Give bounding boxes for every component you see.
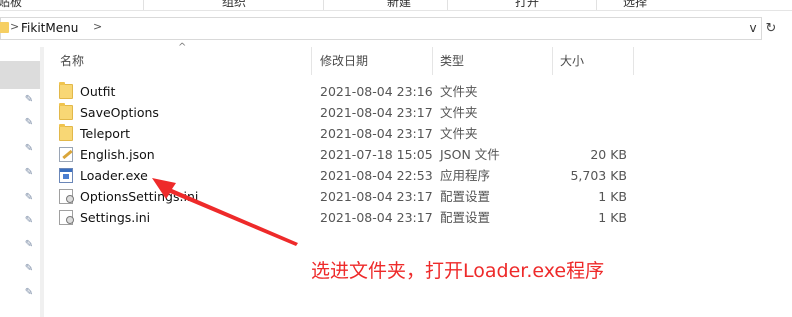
column-header-name[interactable]: 名称	[60, 47, 310, 75]
ribbon-divider	[447, 0, 448, 10]
column-header-type[interactable]: 类型	[440, 47, 550, 75]
ini-file-icon	[59, 210, 74, 225]
breadcrumb-separator[interactable]: >	[10, 20, 19, 33]
column-header-size[interactable]: 大小	[560, 47, 630, 75]
ribbon-group-organize: 组织	[222, 0, 247, 9]
refresh-icon[interactable]: ↻	[764, 20, 778, 38]
file-type: JSON 文件	[440, 147, 500, 162]
file-type: 配置设置	[440, 210, 491, 225]
file-row-teleport[interactable]: Teleport 2021-08-04 23:17 文件夹	[55, 123, 635, 144]
chevron-down-icon[interactable]: v	[745, 20, 761, 37]
file-name: Teleport	[80, 126, 130, 141]
exe-file-icon	[59, 168, 73, 183]
pin-icon: ✎	[24, 287, 34, 298]
file-type: 配置设置	[440, 189, 491, 204]
file-row-saveoptions[interactable]: SaveOptions 2021-08-04 23:17 文件夹	[55, 102, 635, 123]
file-type: 文件夹	[440, 84, 478, 99]
file-name: English.json	[80, 147, 155, 162]
folder-icon	[59, 124, 73, 141]
folder-icon	[0, 22, 9, 33]
pin-icon: ✎	[24, 167, 34, 178]
file-date: 2021-08-04 23:17	[320, 126, 433, 141]
file-size	[555, 102, 627, 123]
file-date: 2021-08-04 22:53	[320, 168, 433, 183]
pin-icon: ✎	[24, 239, 34, 250]
pin-icon: ✎	[24, 117, 34, 128]
ribbon-group-select: 选择	[623, 0, 648, 9]
file-row-english-json[interactable]: English.json 2021-07-18 15:05 JSON 文件 20…	[55, 144, 635, 165]
file-date: 2021-08-04 23:17	[320, 210, 433, 225]
file-name: Outfit	[80, 84, 116, 99]
ribbon-group-clipboard: 剪贴板	[0, 0, 23, 9]
pin-icon: ✎	[24, 192, 34, 203]
ribbon-group-labels: 剪贴板 组织 新建 打开 选择	[0, 0, 792, 10]
ini-file-icon	[59, 189, 74, 204]
pin-icon: ✎	[24, 143, 34, 154]
file-type: 文件夹	[440, 126, 478, 141]
file-row-settings-ini[interactable]: Settings.ini 2021-08-04 23:17 配置设置 1 KB	[55, 207, 635, 228]
ribbon-divider	[143, 0, 144, 10]
file-date: 2021-07-18 15:05	[320, 147, 433, 162]
pin-icon: ✎	[24, 263, 34, 274]
column-divider[interactable]	[633, 47, 634, 75]
file-name: SaveOptions	[80, 105, 159, 120]
file-name: Settings.ini	[80, 210, 151, 225]
nav-scrollbar[interactable]	[40, 47, 44, 317]
nav-selected-item[interactable]	[0, 61, 40, 89]
pin-icon: ✎	[24, 215, 34, 226]
file-date: 2021-08-04 23:16	[320, 84, 433, 99]
file-size: 1 KB	[598, 210, 627, 225]
column-divider[interactable]	[432, 47, 433, 75]
file-name: OptionsSettings.ini	[80, 189, 199, 204]
file-type: 文件夹	[440, 105, 478, 120]
column-divider[interactable]	[311, 47, 312, 75]
file-date: 2021-08-04 23:17	[320, 189, 433, 204]
file-row-loader-exe[interactable]: Loader.exe 2021-08-04 22:53 应用程序 5,703 K…	[55, 165, 635, 186]
address-bar[interactable]: > FikitMenu > v	[0, 17, 762, 40]
ribbon-group-open: 打开	[515, 0, 540, 9]
ribbon-border	[0, 10, 792, 11]
ribbon-divider	[596, 0, 597, 10]
annotation-text: 选进文件夹，打开Loader.exe程序	[311, 260, 605, 282]
file-row-optionssettings-ini[interactable]: OptionsSettings.ini 2021-08-04 23:17 配置设…	[55, 186, 635, 207]
column-header-date[interactable]: 修改日期	[320, 47, 430, 75]
file-size	[555, 81, 627, 102]
column-divider[interactable]	[552, 47, 553, 75]
pin-icon: ✎	[24, 94, 34, 105]
folder-icon	[59, 82, 73, 99]
ribbon-group-new: 新建	[387, 0, 412, 9]
file-size: 1 KB	[598, 189, 627, 204]
breadcrumb-separator[interactable]: >	[93, 20, 102, 33]
navigation-pane: ✎ ✎ ✎ ✎ ✎ ✎ ✎ ✎ ✎	[0, 47, 42, 317]
breadcrumb-fikitmenu[interactable]: FikitMenu	[21, 21, 78, 35]
file-size: 5,703 KB	[570, 168, 627, 183]
json-file-icon	[59, 147, 73, 162]
ribbon-divider	[323, 0, 324, 10]
folder-icon	[59, 103, 73, 120]
file-size: 20 KB	[590, 147, 627, 162]
file-row-outfit[interactable]: Outfit 2021-08-04 23:16 文件夹	[55, 81, 635, 102]
file-type: 应用程序	[440, 168, 491, 183]
file-size	[555, 123, 627, 144]
file-date: 2021-08-04 23:17	[320, 105, 433, 120]
file-name: Loader.exe	[80, 168, 148, 183]
